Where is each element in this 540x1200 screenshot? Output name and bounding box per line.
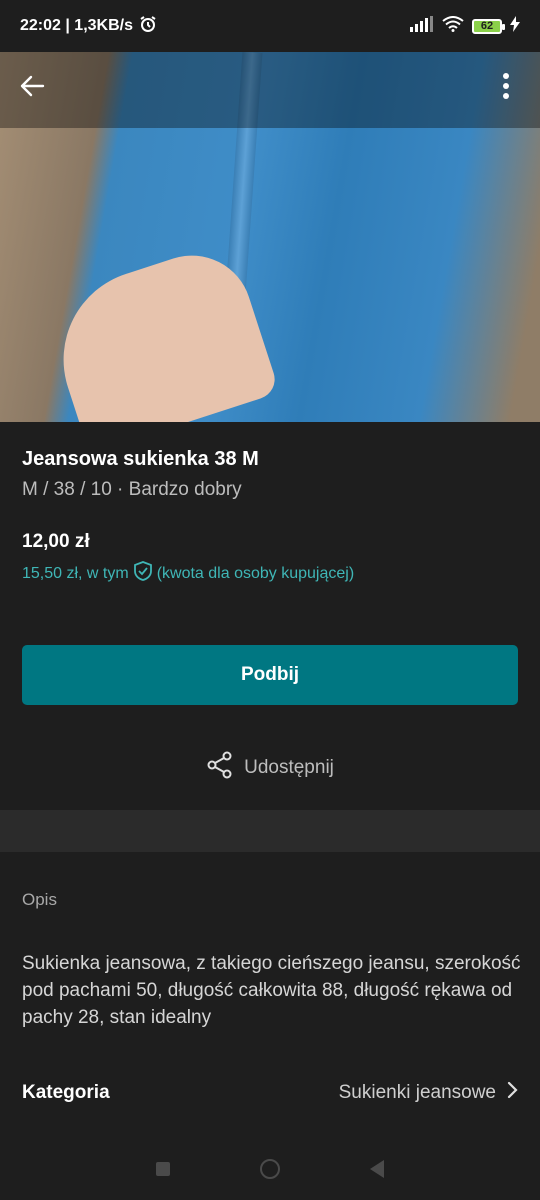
item-details: Jeansowa sukienka 38 M M / 38 / 10 · Bar…	[22, 430, 518, 586]
category-value-wrap: Sukienki jeansowe	[339, 1081, 518, 1105]
item-price: 12,00 zł	[22, 531, 90, 552]
arrow-left-icon	[19, 73, 45, 104]
nav-back-icon[interactable]	[370, 1160, 384, 1178]
price-note: (kwota dla osoby kupującej)	[156, 564, 355, 582]
recents-icon[interactable]	[156, 1162, 170, 1176]
status-right: 62	[410, 15, 520, 37]
back-button[interactable]	[14, 70, 50, 106]
shield-check-icon	[133, 561, 153, 586]
status-bar: 22:02 | 1,3KB/s 62	[0, 0, 540, 52]
photo-top-overlay	[0, 52, 540, 128]
bump-button[interactable]: Podbij	[22, 645, 518, 705]
share-icon	[206, 751, 234, 785]
status-left: 22:02 | 1,3KB/s	[20, 15, 157, 38]
more-vert-icon	[502, 72, 510, 105]
category-label: Kategoria	[22, 1082, 110, 1103]
battery-icon: 62	[472, 18, 505, 34]
signal-icon	[410, 15, 434, 37]
price-breakdown[interactable]: 15,50 zł, w tym (kwota dla osoby kupując…	[22, 561, 518, 586]
charging-icon	[510, 15, 520, 37]
price-total: 15,50 zł, w tym	[22, 564, 129, 582]
description-text: Sukienka jeansowa, z takiego cieńszego j…	[22, 953, 521, 1028]
item-title: Jeansowa sukienka 38 M	[22, 448, 259, 470]
home-icon[interactable]	[260, 1159, 280, 1179]
item-photo[interactable]	[0, 52, 540, 422]
alarm-icon	[139, 15, 157, 38]
system-nav-bar	[0, 1138, 540, 1200]
description-label: Opis	[22, 890, 57, 909]
section-divider	[0, 810, 540, 852]
category-row[interactable]: Kategoria Sukienki jeansowe	[22, 1076, 518, 1110]
time-speed: 22:02 | 1,3KB/s	[20, 17, 133, 34]
wifi-icon	[442, 15, 464, 37]
photo-thumb	[231, 420, 309, 422]
chevron-right-icon	[506, 1081, 518, 1105]
category-value: Sukienki jeansowe	[338, 1082, 496, 1103]
share-button[interactable]: Udostępnij	[0, 748, 540, 788]
more-options-button[interactable]	[488, 70, 524, 106]
share-label: Udostępnij	[244, 757, 334, 778]
item-subtitle: M / 38 / 10 · Bardzo dobry	[22, 479, 242, 500]
